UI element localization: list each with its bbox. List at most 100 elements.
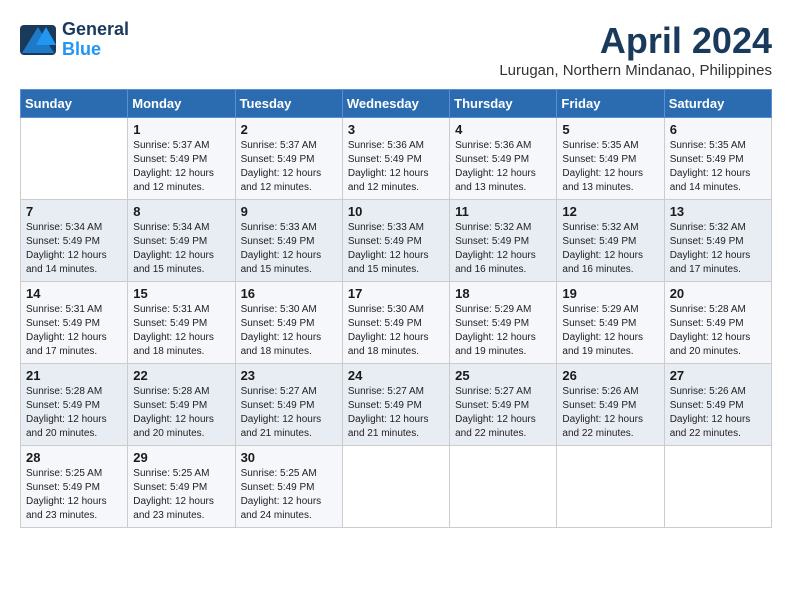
day-number: 15 bbox=[133, 286, 229, 301]
day-number: 25 bbox=[455, 368, 551, 383]
day-info: Sunrise: 5:37 AM Sunset: 5:49 PM Dayligh… bbox=[133, 139, 229, 195]
location: Lurugan, Northern Mindanao, Philippines bbox=[499, 62, 772, 79]
calendar-cell bbox=[664, 446, 771, 528]
day-info: Sunrise: 5:32 AM Sunset: 5:49 PM Dayligh… bbox=[455, 221, 551, 277]
page-header: General Blue April 2024 Lurugan, Norther… bbox=[20, 20, 772, 79]
day-number: 18 bbox=[455, 286, 551, 301]
day-info: Sunrise: 5:35 AM Sunset: 5:49 PM Dayligh… bbox=[670, 139, 766, 195]
day-info: Sunrise: 5:26 AM Sunset: 5:49 PM Dayligh… bbox=[670, 385, 766, 441]
day-header-saturday: Saturday bbox=[664, 90, 771, 118]
day-number: 23 bbox=[241, 368, 337, 383]
day-number: 22 bbox=[133, 368, 229, 383]
day-number: 14 bbox=[26, 286, 122, 301]
calendar-cell: 24Sunrise: 5:27 AM Sunset: 5:49 PM Dayli… bbox=[342, 364, 449, 446]
day-number: 9 bbox=[241, 204, 337, 219]
day-info: Sunrise: 5:36 AM Sunset: 5:49 PM Dayligh… bbox=[348, 139, 444, 195]
calendar-cell bbox=[450, 446, 557, 528]
day-info: Sunrise: 5:36 AM Sunset: 5:49 PM Dayligh… bbox=[455, 139, 551, 195]
day-header-monday: Monday bbox=[128, 90, 235, 118]
day-info: Sunrise: 5:28 AM Sunset: 5:49 PM Dayligh… bbox=[26, 385, 122, 441]
day-header-sunday: Sunday bbox=[21, 90, 128, 118]
calendar-table: SundayMondayTuesdayWednesdayThursdayFrid… bbox=[20, 89, 772, 528]
calendar-cell: 18 Sunrise: 5:29 AM Sunset: 5:49 PM Dayli… bbox=[450, 282, 557, 364]
day-number: 19 bbox=[562, 286, 658, 301]
logo-text: General Blue bbox=[62, 20, 129, 60]
day-number: 27 bbox=[670, 368, 766, 383]
day-info: Sunrise: 5:28 AM Sunset: 5:49 PM Dayligh… bbox=[670, 303, 766, 359]
day-number: 1 bbox=[133, 122, 229, 137]
day-info: Sunrise: 5:35 AM Sunset: 5:49 PM Dayligh… bbox=[562, 139, 658, 195]
day-number: 29 bbox=[133, 450, 229, 465]
day-info: Sunrise: 5:26 AM Sunset: 5:49 PM Dayligh… bbox=[562, 385, 658, 441]
calendar-cell: 22 Sunrise: 5:28 AM Sunset: 5:49 PM Dayli… bbox=[128, 364, 235, 446]
day-header-tuesday: Tuesday bbox=[235, 90, 342, 118]
week-row-3: 14 Sunrise: 5:31 AM Sunset: 5:49 PM Dayli… bbox=[21, 282, 772, 364]
calendar-cell: 2 Sunrise: 5:37 AM Sunset: 5:49 PM Daylig… bbox=[235, 118, 342, 200]
day-number: 16 bbox=[241, 286, 337, 301]
calendar-cell: 26 Sunrise: 5:26 AM Sunset: 5:49 PM Dayli… bbox=[557, 364, 664, 446]
day-number: 28 bbox=[26, 450, 122, 465]
week-row-5: 28 Sunrise: 5:25 AM Sunset: 5:49 PM Dayli… bbox=[21, 446, 772, 528]
calendar-cell: 9Sunrise: 5:33 AM Sunset: 5:49 PM Daylig… bbox=[235, 200, 342, 282]
day-number: 13 bbox=[670, 204, 766, 219]
day-number: 4 bbox=[455, 122, 551, 137]
calendar-cell: 1 Sunrise: 5:37 AM Sunset: 5:49 PM Daylig… bbox=[128, 118, 235, 200]
calendar-cell: 28 Sunrise: 5:25 AM Sunset: 5:49 PM Dayli… bbox=[21, 446, 128, 528]
day-number: 11 bbox=[455, 204, 551, 219]
calendar-cell: 27 Sunrise: 5:26 AM Sunset: 5:49 PM Dayli… bbox=[664, 364, 771, 446]
day-info: Sunrise: 5:30 AM Sunset: 5:49 PM Dayligh… bbox=[241, 303, 337, 359]
day-info: Sunrise: 5:27 AM Sunset: 5:49 PM Dayligh… bbox=[241, 385, 337, 441]
calendar-cell: 13 Sunrise: 5:32 AM Sunset: 5:49 PM Dayli… bbox=[664, 200, 771, 282]
day-info: Sunrise: 5:32 AM Sunset: 5:49 PM Dayligh… bbox=[670, 221, 766, 277]
calendar-cell: 6 Sunrise: 5:35 AM Sunset: 5:49 PM Daylig… bbox=[664, 118, 771, 200]
calendar-cell: 19 Sunrise: 5:29 AM Sunset: 5:49 PM Dayli… bbox=[557, 282, 664, 364]
day-number: 3 bbox=[348, 122, 444, 137]
calendar-cell: 12Sunrise: 5:32 AM Sunset: 5:49 PM Dayli… bbox=[557, 200, 664, 282]
day-number: 30 bbox=[241, 450, 337, 465]
calendar-body: 1 Sunrise: 5:37 AM Sunset: 5:49 PM Daylig… bbox=[21, 118, 772, 528]
calendar-cell: 4 Sunrise: 5:36 AM Sunset: 5:49 PM Daylig… bbox=[450, 118, 557, 200]
day-info: Sunrise: 5:37 AM Sunset: 5:49 PM Dayligh… bbox=[241, 139, 337, 195]
title-block: April 2024 Lurugan, Northern Mindanao, P… bbox=[499, 20, 772, 79]
calendar-cell: 15 Sunrise: 5:31 AM Sunset: 5:49 PM Dayli… bbox=[128, 282, 235, 364]
day-info: Sunrise: 5:30 AM Sunset: 5:49 PM Dayligh… bbox=[348, 303, 444, 359]
day-number: 26 bbox=[562, 368, 658, 383]
calendar-cell: 20 Sunrise: 5:28 AM Sunset: 5:49 PM Dayli… bbox=[664, 282, 771, 364]
calendar-cell bbox=[342, 446, 449, 528]
day-number: 6 bbox=[670, 122, 766, 137]
logo-icon bbox=[20, 25, 56, 55]
day-number: 5 bbox=[562, 122, 658, 137]
calendar-cell: 10 Sunrise: 5:33 AM Sunset: 5:49 PM Dayli… bbox=[342, 200, 449, 282]
day-header-thursday: Thursday bbox=[450, 90, 557, 118]
day-header-wednesday: Wednesday bbox=[342, 90, 449, 118]
day-number: 10 bbox=[348, 204, 444, 219]
day-info: Sunrise: 5:25 AM Sunset: 5:49 PM Dayligh… bbox=[133, 467, 229, 523]
day-info: Sunrise: 5:29 AM Sunset: 5:49 PM Dayligh… bbox=[455, 303, 551, 359]
month-title: April 2024 bbox=[499, 20, 772, 62]
calendar-cell bbox=[557, 446, 664, 528]
day-info: Sunrise: 5:28 AM Sunset: 5:49 PM Dayligh… bbox=[133, 385, 229, 441]
day-number: 7 bbox=[26, 204, 122, 219]
day-info: Sunrise: 5:33 AM Sunset: 5:49 PM Dayligh… bbox=[348, 221, 444, 277]
logo: General Blue bbox=[20, 20, 129, 60]
day-number: 12 bbox=[562, 204, 658, 219]
calendar-cell: 3 Sunrise: 5:36 AM Sunset: 5:49 PM Daylig… bbox=[342, 118, 449, 200]
day-info: Sunrise: 5:34 AM Sunset: 5:49 PM Dayligh… bbox=[26, 221, 122, 277]
calendar-cell: 29 Sunrise: 5:25 AM Sunset: 5:49 PM Dayli… bbox=[128, 446, 235, 528]
day-header-friday: Friday bbox=[557, 90, 664, 118]
week-row-4: 21Sunrise: 5:28 AM Sunset: 5:49 PM Dayli… bbox=[21, 364, 772, 446]
day-number: 8 bbox=[133, 204, 229, 219]
day-number: 2 bbox=[241, 122, 337, 137]
calendar-cell: 16 Sunrise: 5:30 AM Sunset: 5:49 PM Dayli… bbox=[235, 282, 342, 364]
day-info: Sunrise: 5:27 AM Sunset: 5:49 PM Dayligh… bbox=[348, 385, 444, 441]
calendar-cell: 14Sunrise: 5:31 AM Sunset: 5:49 PM Dayli… bbox=[21, 282, 128, 364]
calendar-header: SundayMondayTuesdayWednesdayThursdayFrid… bbox=[21, 90, 772, 118]
day-info: Sunrise: 5:29 AM Sunset: 5:49 PM Dayligh… bbox=[562, 303, 658, 359]
calendar-cell: 30Sunrise: 5:25 AM Sunset: 5:49 PM Dayli… bbox=[235, 446, 342, 528]
day-number: 20 bbox=[670, 286, 766, 301]
calendar-cell: 7 Sunrise: 5:34 AM Sunset: 5:49 PM Daylig… bbox=[21, 200, 128, 282]
week-row-2: 7 Sunrise: 5:34 AM Sunset: 5:49 PM Daylig… bbox=[21, 200, 772, 282]
calendar-cell: 25Sunrise: 5:27 AM Sunset: 5:49 PM Dayli… bbox=[450, 364, 557, 446]
day-info: Sunrise: 5:31 AM Sunset: 5:49 PM Dayligh… bbox=[133, 303, 229, 359]
day-info: Sunrise: 5:25 AM Sunset: 5:49 PM Dayligh… bbox=[26, 467, 122, 523]
